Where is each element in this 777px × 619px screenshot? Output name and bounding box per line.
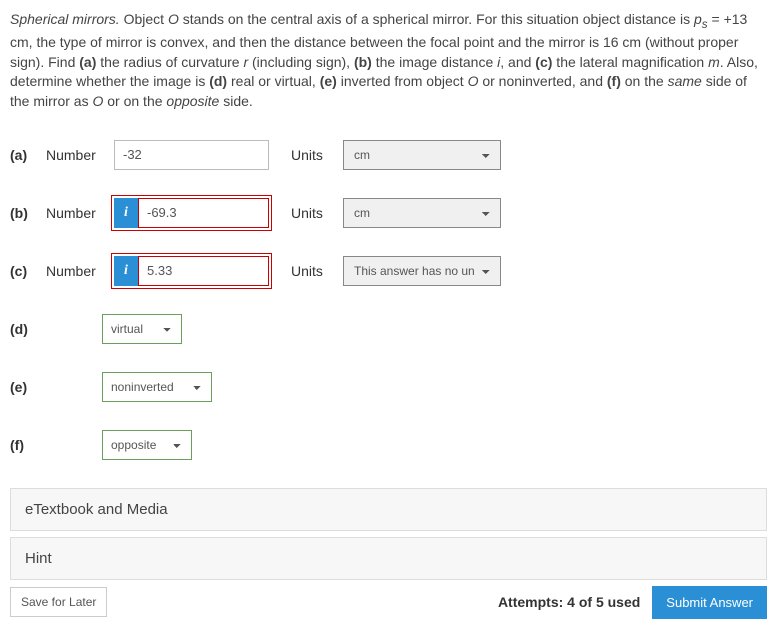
part-d-row: (d) virtual — [10, 314, 767, 344]
part-b-number-input[interactable] — [138, 198, 269, 228]
part-b-row: (b) Number i Units cm — [10, 198, 767, 228]
attempts-text: Attempts: 4 of 5 used — [498, 594, 640, 610]
part-c-label: (c) — [10, 263, 34, 279]
part-a-label: (a) — [10, 147, 34, 163]
number-label: Number — [46, 263, 102, 279]
part-b-units-select[interactable]: cm — [343, 198, 501, 228]
part-d-select[interactable]: virtual — [102, 314, 182, 344]
part-a-number-input[interactable] — [114, 140, 269, 170]
problem-statement: Spherical mirrors. Object O stands on th… — [10, 10, 767, 112]
part-a-row: (a) Number Units cm — [10, 140, 767, 170]
part-c-row: (c) Number i Units This answer has no un… — [10, 256, 767, 286]
number-label: Number — [46, 147, 102, 163]
part-e-row: (e) noninverted — [10, 372, 767, 402]
part-d-label: (d) — [10, 321, 34, 337]
units-label: Units — [291, 263, 331, 279]
hint-bar[interactable]: Hint — [10, 537, 767, 580]
units-label: Units — [291, 205, 331, 221]
footer-row: Save for Later Attempts: 4 of 5 used Sub… — [10, 586, 767, 619]
number-label: Number — [46, 205, 102, 221]
part-b-label: (b) — [10, 205, 34, 221]
part-f-select[interactable]: opposite — [102, 430, 192, 460]
info-icon[interactable]: i — [114, 256, 138, 286]
save-for-later-button[interactable]: Save for Later — [10, 587, 107, 617]
etextbook-bar[interactable]: eTextbook and Media — [10, 488, 767, 531]
info-icon[interactable]: i — [114, 198, 138, 228]
units-label: Units — [291, 147, 331, 163]
submit-answer-button[interactable]: Submit Answer — [652, 586, 767, 619]
part-e-label: (e) — [10, 379, 34, 395]
part-f-row: (f) opposite — [10, 430, 767, 460]
part-c-number-input[interactable] — [138, 256, 269, 286]
part-e-select[interactable]: noninverted — [102, 372, 212, 402]
part-f-label: (f) — [10, 437, 34, 453]
part-a-units-select[interactable]: cm — [343, 140, 501, 170]
part-c-units-select[interactable]: This answer has no units — [343, 256, 501, 286]
